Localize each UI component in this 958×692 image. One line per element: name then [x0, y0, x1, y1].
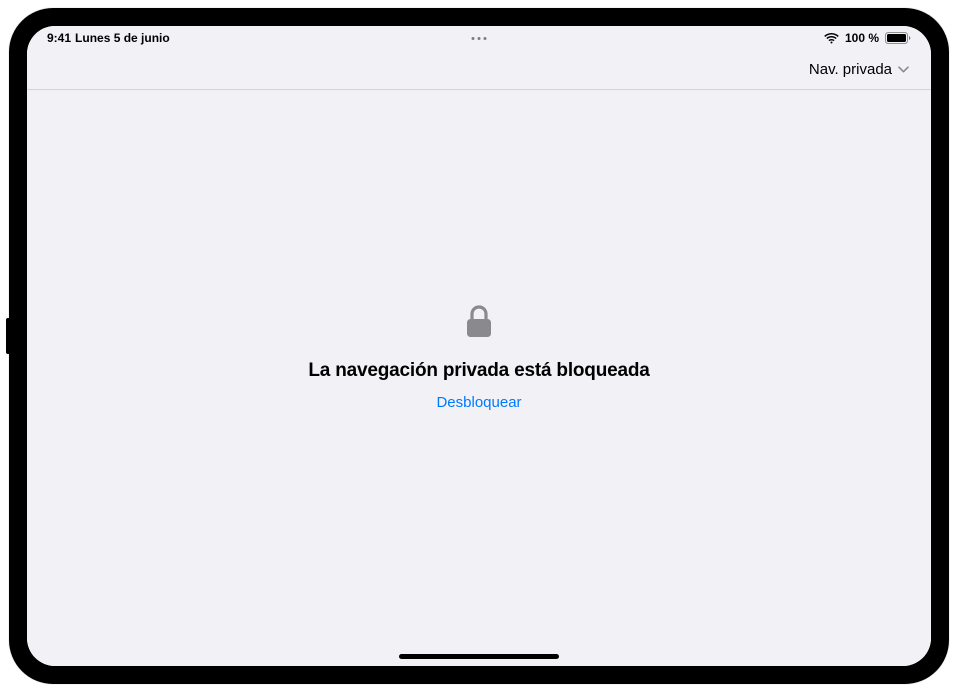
tab-group-label: Nav. privada	[809, 61, 892, 78]
battery-icon	[885, 32, 911, 44]
lock-icon	[465, 305, 493, 344]
status-time: 9:41	[47, 31, 71, 45]
status-bar: 9:41 Lunes 5 de junio 100 %	[27, 26, 931, 50]
home-indicator[interactable]	[399, 654, 559, 659]
status-date: Lunes 5 de junio	[75, 31, 170, 45]
dot-icon	[478, 37, 481, 40]
tab-group-selector[interactable]: Nav. privada	[809, 61, 909, 78]
status-right: 100 %	[824, 31, 911, 45]
chevron-down-icon	[898, 66, 909, 73]
screen: 9:41 Lunes 5 de junio 100 %	[27, 26, 931, 666]
battery-percentage: 100 %	[845, 31, 879, 45]
safari-toolbar: Nav. privada	[27, 50, 931, 90]
locked-title: La navegación privada está bloqueada	[308, 360, 649, 382]
status-left: 9:41 Lunes 5 de junio	[47, 31, 170, 45]
unlock-button[interactable]: Desbloquear	[436, 394, 521, 411]
dot-icon	[484, 37, 487, 40]
content-area: La navegación privada está bloqueada Des…	[27, 90, 931, 666]
ipad-device-frame: 9:41 Lunes 5 de junio 100 %	[9, 8, 949, 684]
wifi-icon	[824, 33, 839, 44]
multitask-dots[interactable]	[472, 37, 487, 40]
dot-icon	[472, 37, 475, 40]
device-side-button	[6, 318, 9, 354]
